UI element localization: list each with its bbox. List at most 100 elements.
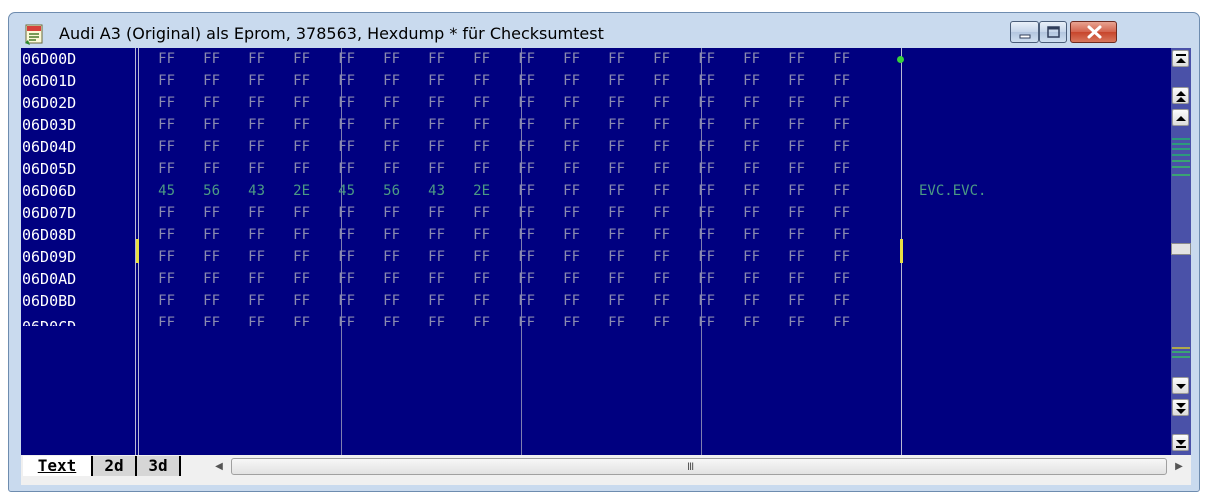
hex-byte[interactable]: FF (370, 92, 400, 114)
hex-byte[interactable]: FF (370, 268, 400, 290)
hex-byte[interactable]: FF (640, 268, 670, 290)
hex-byte[interactable]: FF (370, 70, 400, 92)
hex-byte[interactable]: FF (325, 202, 355, 224)
hex-byte[interactable]: FF (685, 158, 715, 180)
hex-byte[interactable]: FF (145, 312, 175, 326)
hex-byte[interactable]: FF (415, 92, 445, 114)
hex-byte[interactable]: FF (325, 268, 355, 290)
hex-byte[interactable]: FF (235, 48, 265, 70)
hex-byte[interactable]: FF (235, 290, 265, 312)
hex-byte[interactable]: FF (730, 70, 760, 92)
hex-byte[interactable]: FF (280, 246, 310, 268)
hex-byte[interactable]: FF (505, 246, 535, 268)
hex-byte[interactable]: FF (325, 246, 355, 268)
hex-byte[interactable]: FF (550, 202, 580, 224)
hex-row[interactable]: FF FF FF FF FF FF FF FF FF FF FF FF FF FF FF FF (145, 92, 905, 114)
hex-row[interactable]: FF FF FF FF FF FF FF FF FF FF FF FF FF FF FF FF (145, 48, 905, 70)
horizontal-scroll-thumb[interactable]: III (231, 458, 1167, 475)
hex-byte[interactable]: FF (280, 268, 310, 290)
hex-row[interactable]: FF FF FF FF FF FF FF FF FF FF FF FF FF FF FF FF (145, 268, 905, 290)
hex-byte[interactable]: FF (505, 224, 535, 246)
hex-byte[interactable]: FF (775, 48, 805, 70)
hex-byte[interactable]: FF (370, 312, 400, 326)
scroll-left-icon[interactable]: ◀ (209, 457, 229, 477)
hex-row[interactable]: FF FF FF FF FF FF FF FF FF FF FF FF FF FF FF FF (145, 202, 905, 224)
hex-byte[interactable]: FF (190, 224, 220, 246)
hex-byte[interactable]: FF (595, 136, 625, 158)
hex-byte[interactable]: FF (685, 312, 715, 326)
hex-byte[interactable]: FF (190, 290, 220, 312)
hex-byte[interactable]: FF (730, 48, 760, 70)
maximize-button[interactable] (1039, 21, 1067, 43)
hex-byte[interactable]: FF (685, 92, 715, 114)
hex-byte[interactable]: FF (370, 114, 400, 136)
hex-byte[interactable]: FF (640, 224, 670, 246)
hex-byte[interactable]: FF (505, 180, 535, 202)
hex-byte[interactable]: FF (280, 224, 310, 246)
hex-byte[interactable]: FF (730, 246, 760, 268)
hex-byte[interactable]: FF (730, 92, 760, 114)
hex-byte[interactable]: FF (550, 312, 580, 326)
hex-byte[interactable]: FF (775, 114, 805, 136)
hex-byte[interactable]: FF (505, 158, 535, 180)
ascii-text[interactable]: EVC.EVC. (919, 180, 986, 202)
hex-byte[interactable]: FF (550, 114, 580, 136)
hex-byte[interactable]: FF (460, 48, 490, 70)
hex-byte[interactable]: FF (595, 48, 625, 70)
hex-byte[interactable]: FF (640, 158, 670, 180)
hex-byte[interactable]: FF (460, 158, 490, 180)
hex-row[interactable]: FF FF FF FF FF FF FF FF FF FF FF FF FF FF FF FF (145, 290, 905, 312)
hex-byte[interactable]: FF (505, 70, 535, 92)
hex-byte[interactable]: FF (595, 92, 625, 114)
hex-byte[interactable]: FF (685, 180, 715, 202)
tab-3d[interactable]: 3d (137, 456, 181, 476)
hex-byte[interactable]: 2E (460, 180, 490, 202)
hex-byte[interactable]: FF (145, 92, 175, 114)
hex-byte[interactable]: FF (460, 268, 490, 290)
hex-byte[interactable]: FF (595, 312, 625, 326)
hex-byte[interactable]: FF (820, 92, 850, 114)
hex-byte[interactable]: FF (280, 70, 310, 92)
hex-byte[interactable]: FF (190, 312, 220, 326)
hex-byte[interactable]: FF (775, 290, 805, 312)
hex-byte[interactable]: FF (685, 268, 715, 290)
hex-byte[interactable]: FF (730, 268, 760, 290)
minimize-button[interactable] (1010, 21, 1039, 43)
hex-byte[interactable]: FF (235, 246, 265, 268)
hex-byte[interactable]: FF (595, 180, 625, 202)
hexdump-view[interactable]: 06D00D 06D01D 06D02D 06D03D 06D04D 06D05D 06D0… (21, 48, 1191, 485)
hex-byte[interactable]: FF (775, 224, 805, 246)
hex-row[interactable]: FF FF FF FF FF FF FF FF FF FF FF FF FF FF FF FF (145, 114, 905, 136)
hex-byte[interactable]: FF (145, 114, 175, 136)
hex-byte[interactable]: FF (415, 290, 445, 312)
hex-byte[interactable]: 43 (235, 180, 265, 202)
hex-byte[interactable]: FF (235, 268, 265, 290)
hex-row[interactable]: FF FF FF FF FF FF FF FF FF FF FF FF FF FF FF FF (145, 246, 905, 268)
hex-byte[interactable]: FF (730, 136, 760, 158)
hex-byte[interactable]: FF (370, 246, 400, 268)
hex-byte[interactable]: FF (550, 268, 580, 290)
hex-byte[interactable]: FF (415, 158, 445, 180)
hex-byte[interactable]: FF (415, 202, 445, 224)
hex-byte[interactable]: FF (595, 202, 625, 224)
close-button[interactable] (1070, 21, 1117, 43)
hex-byte[interactable]: FF (145, 246, 175, 268)
hex-byte[interactable]: FF (325, 92, 355, 114)
line-down-button[interactable] (1172, 377, 1189, 394)
hex-byte[interactable]: FF (775, 268, 805, 290)
hex-byte[interactable]: FF (415, 246, 445, 268)
page-down-button[interactable] (1172, 399, 1189, 416)
hex-byte[interactable]: FF (460, 70, 490, 92)
hex-byte[interactable]: FF (190, 202, 220, 224)
hex-byte[interactable]: FF (370, 290, 400, 312)
line-up-button[interactable] (1172, 109, 1189, 126)
hex-byte[interactable]: FF (550, 92, 580, 114)
hex-byte[interactable]: FF (145, 158, 175, 180)
hex-byte[interactable]: FF (730, 180, 760, 202)
hex-byte[interactable]: FF (460, 114, 490, 136)
hex-row[interactable]: FF FF FF FF FF FF FF FF FF FF FF FF FF FF FF FF (145, 312, 905, 326)
hex-byte[interactable]: FF (190, 92, 220, 114)
vertical-scroll-thumb[interactable] (1171, 243, 1191, 255)
hex-byte[interactable]: FF (370, 48, 400, 70)
hex-row[interactable]: FF FF FF FF FF FF FF FF FF FF FF FF FF FF FF FF (145, 158, 905, 180)
